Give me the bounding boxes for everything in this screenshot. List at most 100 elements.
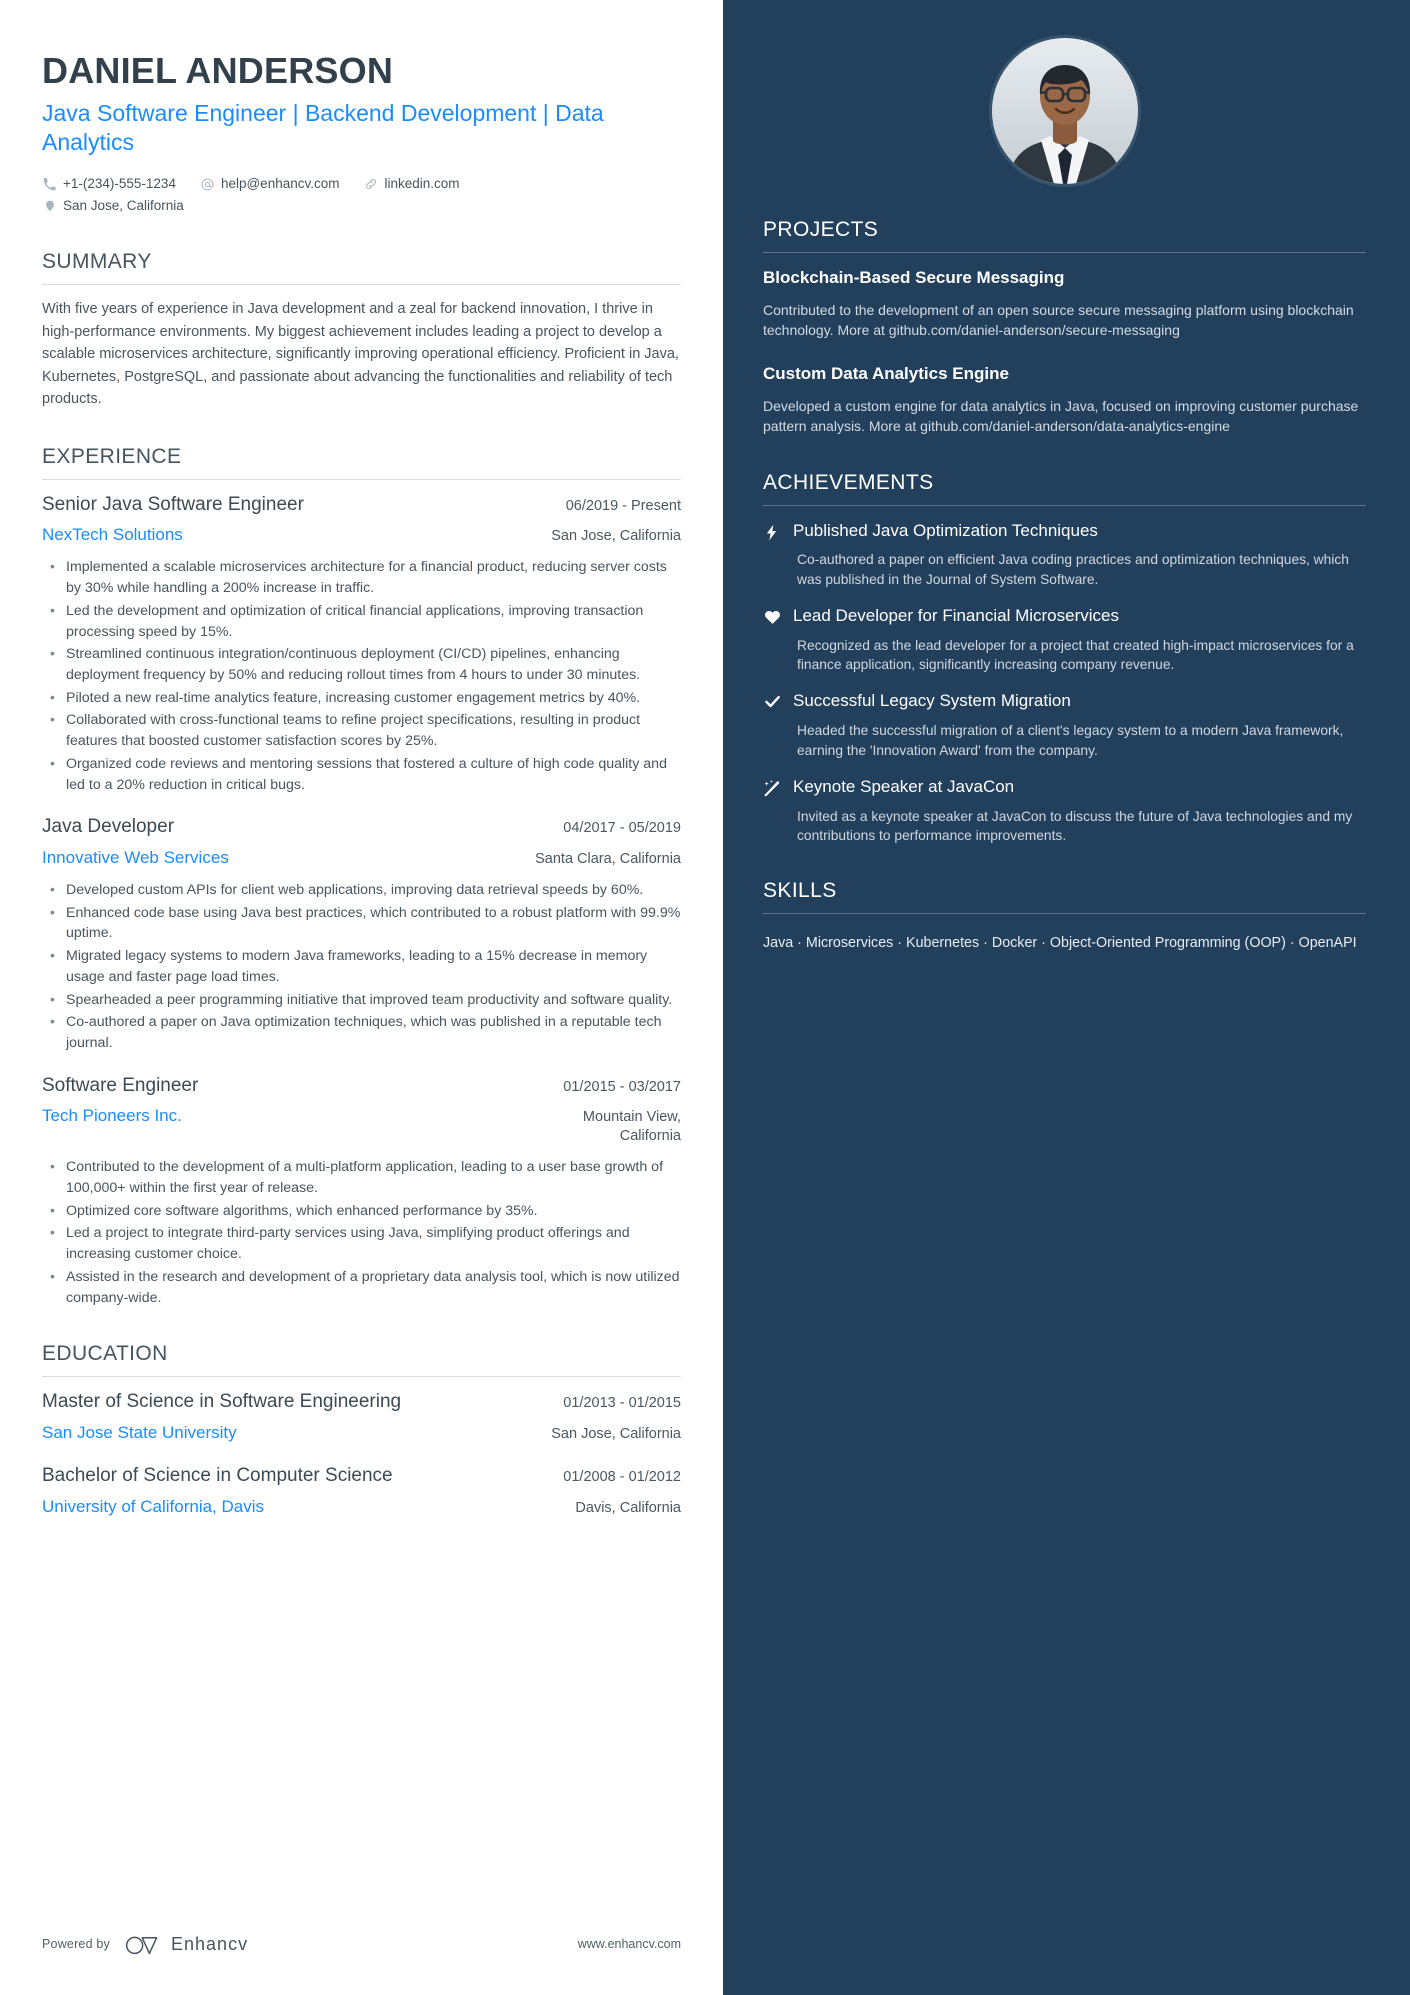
education-date: 01/2008 - 01/2012	[563, 1468, 681, 1485]
achievement-item: Published Java Optimization Techniques Co…	[763, 520, 1366, 589]
project-name: Blockchain-Based Secure Messaging	[763, 268, 1065, 287]
powered-by-label: Powered by	[42, 1937, 111, 1951]
skill-item: Kubernetes	[906, 935, 980, 952]
project-name: Custom Data Analytics Engine	[763, 363, 1009, 383]
job-date: 04/2017 - 05/2019	[563, 820, 681, 837]
job-bullet: Piloted a new real-time analytics featur…	[42, 687, 681, 709]
projects-list: Blockchain-Based Secure Messaging Contrib…	[763, 267, 1366, 437]
achievement-description: Recognized as the lead developer for a p…	[797, 637, 1354, 673]
experience-entry-subheader: NexTech Solutions San Jose, California	[42, 524, 681, 546]
section-heading-skills: SKILLS	[763, 879, 837, 903]
job-date: 01/2015 - 03/2017	[563, 1078, 681, 1095]
magic-wand-icon	[763, 776, 793, 845]
section-heading-projects: PROJECTS	[763, 218, 879, 241]
school-location: Davis, California	[575, 1499, 681, 1516]
skill-separator: ·	[979, 935, 992, 952]
avatar-container	[763, 0, 1366, 184]
email-text: help@enhancv.com	[220, 176, 340, 192]
achievement-body: Successful Legacy System Migration Headed…	[793, 690, 1366, 759]
project-item: Blockchain-Based Secure Messaging Contrib…	[763, 267, 1366, 341]
job-title: Senior Java Software Engineer	[42, 493, 304, 515]
achievement-item: Keynote Speaker at JavaCon Invited as a k…	[763, 776, 1366, 845]
achievement-title: Lead Developer for Financial Microservic…	[793, 606, 1119, 626]
main-column: DANIEL ANDERSON Java Software Engineer |…	[0, 0, 723, 1995]
skill-item: Object-Oriented Programming (OOP)	[1049, 935, 1286, 952]
skill-separator: ·	[1285, 935, 1299, 952]
experience-list: Senior Java Software Engineer 06/2019 - P…	[42, 493, 681, 1309]
experience-entry: Java Developer 04/2017 - 05/2019 Innovativ…	[42, 815, 681, 1053]
job-bullet: Led a project to integrate third-party s…	[42, 1222, 681, 1264]
at-sign-icon	[200, 177, 215, 192]
phone-text: +1-(234)-555-1234	[63, 176, 176, 192]
company-name[interactable]: Tech Pioneers Inc.	[42, 1105, 182, 1126]
job-bullet-list: Contributed to the development of a mult…	[42, 1156, 681, 1308]
achievements-list: Published Java Optimization Techniques Co…	[763, 520, 1366, 846]
experience-entry: Senior Java Software Engineer 06/2019 - P…	[42, 493, 681, 796]
section-heading-experience: EXPERIENCE	[42, 444, 182, 468]
job-bullet: Contributed to the development of a mult…	[42, 1156, 681, 1198]
job-bullet: Enhanced code base using Java best pract…	[42, 902, 681, 944]
education-entry-header: Bachelor of Science in Computer Science 0…	[42, 1464, 681, 1489]
job-bullet: Organized code reviews and mentoring ses…	[42, 753, 681, 795]
section-divider	[42, 284, 681, 286]
page-title: DANIEL ANDERSON	[42, 50, 394, 91]
contact-phone[interactable]: +1-(234)-555-1234	[42, 173, 176, 195]
job-bullet: Optimized core software algorithms, whic…	[42, 1200, 681, 1222]
contact-email[interactable]: help@enhancv.com	[200, 173, 340, 195]
education-date: 01/2013 - 01/2015	[563, 1395, 681, 1412]
section-heading-achievements: ACHIEVEMENTS	[763, 470, 934, 494]
education-entry-subheader: San Jose State University San Jose, Calif…	[42, 1422, 681, 1444]
map-pin-icon	[42, 198, 57, 213]
project-description: Contributed to the development of an ope…	[763, 302, 1354, 338]
summary-text: With five years of experience in Java de…	[42, 301, 679, 408]
job-date: 06/2019 - Present	[565, 497, 681, 514]
skill-item: OpenAPI	[1298, 935, 1357, 952]
resume-page: DANIEL ANDERSON Java Software Engineer |…	[0, 0, 1410, 1995]
job-bullet: Collaborated with cross-functional teams…	[42, 709, 681, 751]
lightning-bolt-icon	[763, 520, 793, 589]
education-entry: Master of Science in Software Engineerin…	[42, 1390, 681, 1444]
sidebar: PROJECTS Blockchain-Based Secure Messagi…	[723, 0, 1410, 1995]
skill-item: Microservices	[805, 935, 894, 952]
contact-website[interactable]: linkedin.com	[363, 173, 460, 195]
skill-item: Java	[763, 935, 794, 952]
job-location: Santa Clara, California	[535, 851, 681, 868]
achievement-description: Headed the successful migration of a cli…	[797, 723, 1344, 758]
project-item: Custom Data Analytics Engine Developed a …	[763, 363, 1366, 437]
footer: Powered by Enhancv www.enhancv.com	[0, 1931, 723, 1995]
education-entry-subheader: University of California, Davis Davis, Ca…	[42, 1496, 681, 1518]
website-text: linkedin.com	[384, 176, 460, 192]
check-icon	[763, 690, 793, 759]
education-entry: Bachelor of Science in Computer Science 0…	[42, 1464, 681, 1518]
skill-separator: ·	[793, 935, 806, 952]
phone-icon	[42, 177, 57, 192]
company-name[interactable]: Innovative Web Services	[42, 847, 229, 868]
skill-separator: ·	[1037, 935, 1050, 952]
location-text: San Jose, California	[63, 197, 184, 213]
school-name[interactable]: University of California, Davis	[42, 1496, 264, 1517]
achievement-description: Invited as a keynote speaker at JavaCon …	[797, 808, 1353, 843]
enhancv-logo: Enhancv	[124, 1931, 248, 1957]
brand-name: Enhancv	[171, 1933, 249, 1954]
job-location: San Jose, California	[551, 528, 681, 545]
section-divider	[42, 478, 681, 480]
section-divider	[42, 1376, 681, 1378]
job-bullet: Spearheaded a peer programming initiativ…	[42, 989, 681, 1011]
school-name[interactable]: San Jose State University	[42, 1422, 237, 1443]
heart-icon	[763, 605, 793, 674]
job-bullet: Migrated legacy systems to modern Java f…	[42, 945, 681, 987]
skills-list: Java · Microservices · Kubernetes · Dock…	[763, 928, 1366, 959]
job-title: Java Developer	[42, 816, 175, 838]
link-icon	[363, 177, 378, 192]
achievement-title: Successful Legacy System Migration	[793, 691, 1071, 711]
job-bullet: Led the development and optimization of …	[42, 600, 681, 642]
professional-headline: Java Software Engineer | Backend Develop…	[42, 99, 604, 155]
job-bullet: Streamlined continuous integration/conti…	[42, 643, 681, 685]
school-location: San Jose, California	[551, 1426, 681, 1442]
company-name[interactable]: NexTech Solutions	[42, 524, 183, 545]
experience-entry-header: Java Developer 04/2017 - 05/2019	[42, 815, 681, 840]
project-description: Developed a custom engine for data analy…	[763, 397, 1359, 434]
contact-location: San Jose, California	[42, 195, 184, 217]
job-bullet: Developed custom APIs for client web app…	[42, 879, 681, 901]
avatar	[991, 38, 1138, 184]
